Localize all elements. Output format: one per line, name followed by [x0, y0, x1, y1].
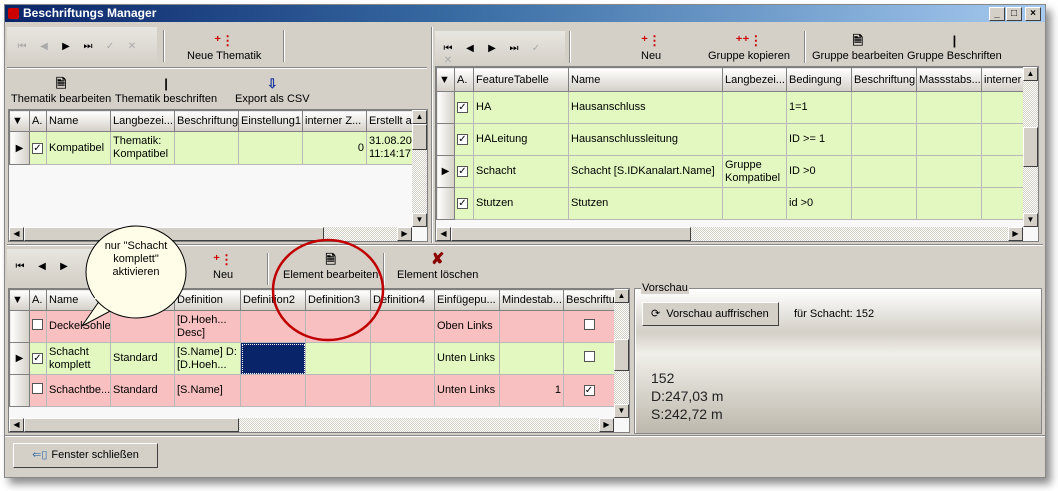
highlight-circle	[271, 238, 385, 342]
callout-text: nur "Schacht komplett" aktivieren	[104, 240, 168, 278]
